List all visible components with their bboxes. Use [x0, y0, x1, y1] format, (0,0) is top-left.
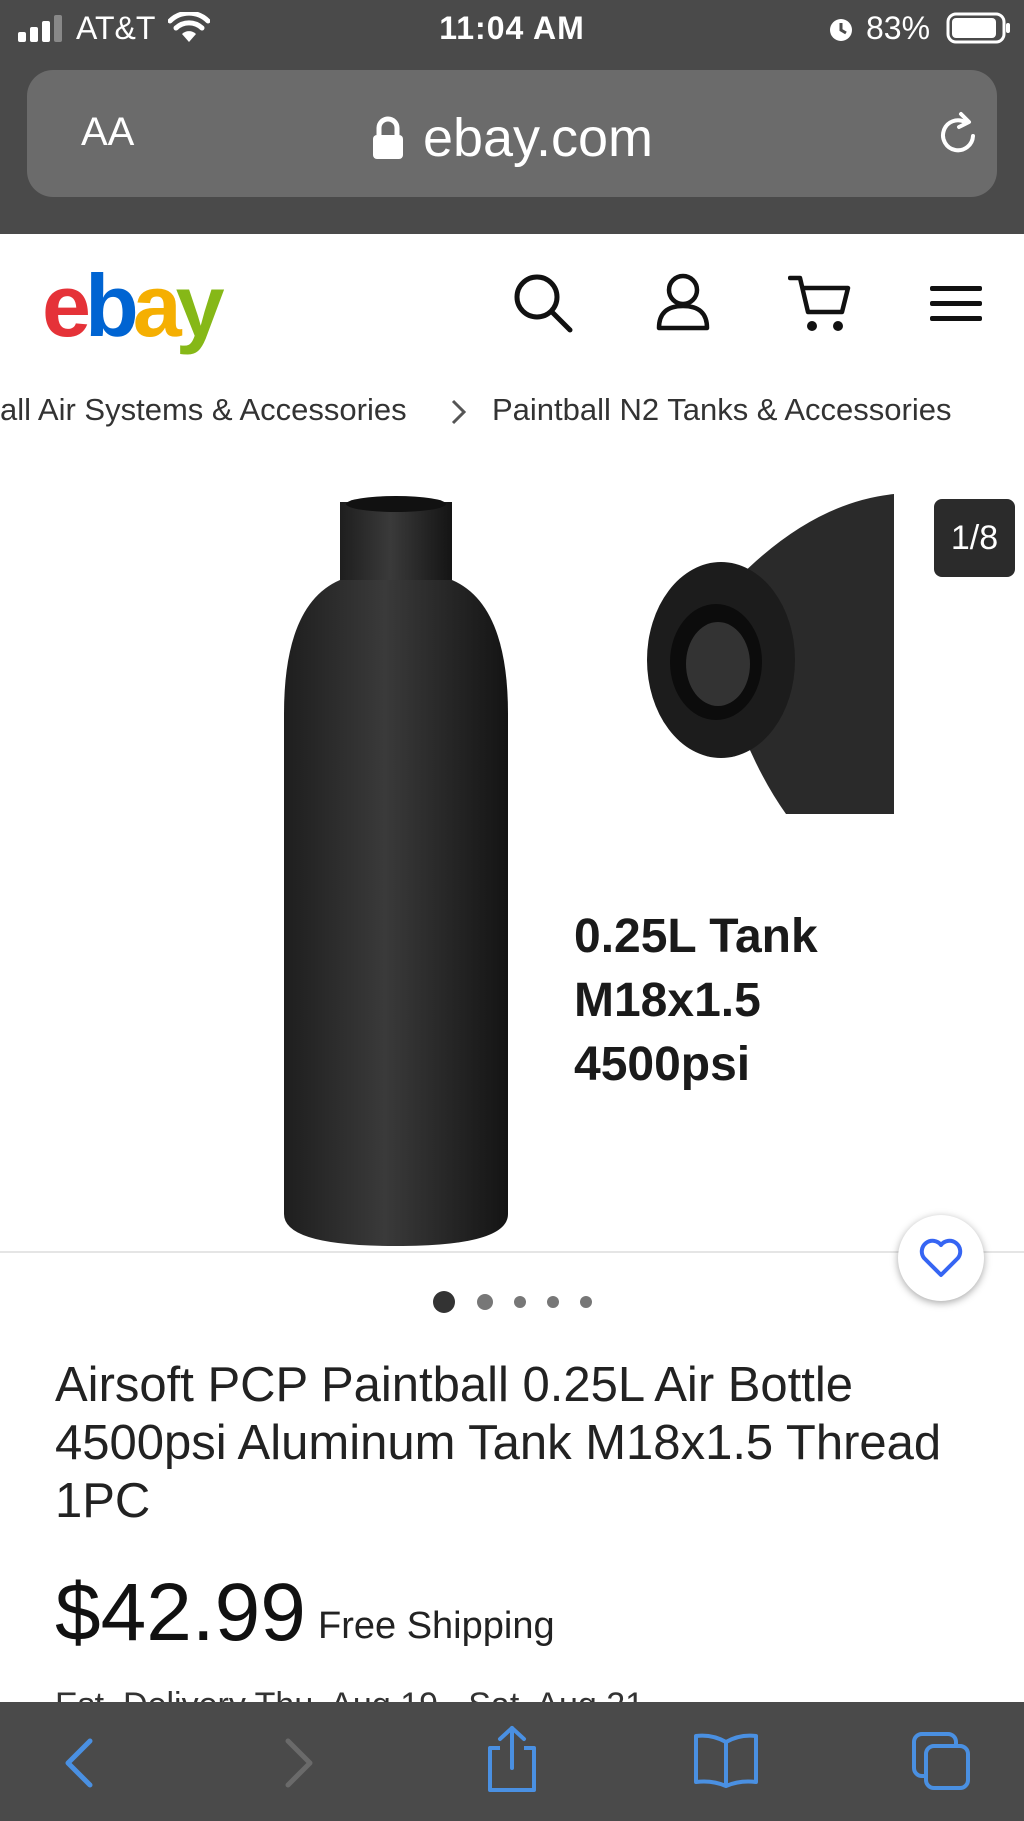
back-icon[interactable] — [62, 1737, 96, 1789]
logo-letter-b: b — [84, 256, 139, 355]
logo-letter-a: a — [132, 256, 182, 355]
url-field[interactable]: ebay.com — [0, 107, 1024, 169]
url-text: ebay.com — [422, 108, 654, 168]
menu-icon[interactable] — [930, 284, 982, 324]
status-bar: AT&T 11:04 AM 83% — [0, 0, 1024, 58]
listing-title: Airsoft PCP Paintball 0.25L Air Bottle 4… — [55, 1358, 942, 1528]
image-pagination-dots — [433, 1291, 592, 1313]
product-image[interactable] — [0, 470, 1024, 1252]
logo-letter-y: y — [175, 256, 225, 355]
chevron-right-icon — [451, 399, 467, 425]
bookmarks-icon[interactable] — [692, 1732, 760, 1788]
forward-icon[interactable] — [282, 1737, 316, 1789]
watch-button[interactable] — [898, 1215, 984, 1301]
alarm-icon — [830, 19, 852, 41]
spec-overlay-text: 0.25L Tank M18x1.5 4500psi — [574, 910, 818, 1091]
lock-icon — [372, 116, 403, 159]
image-counter-badge: 1/8 — [934, 499, 1015, 577]
pagination-dot[interactable] — [547, 1296, 559, 1308]
account-icon[interactable] — [655, 272, 711, 332]
share-icon[interactable] — [484, 1724, 540, 1794]
price: $42.99 — [55, 1567, 306, 1658]
tabs-icon[interactable] — [910, 1730, 974, 1792]
breadcrumb-item-air-systems[interactable]: all Air Systems & Accessories — [0, 392, 407, 428]
breadcrumb-item-n2-tanks[interactable]: Paintball N2 Tanks & Accessories — [492, 392, 952, 428]
heart-icon — [919, 1238, 963, 1277]
pagination-dot[interactable] — [433, 1291, 455, 1313]
breadcrumb: all Air Systems & Accessories Paintball … — [0, 390, 1024, 434]
logo-letter-e: e — [42, 256, 91, 355]
pagination-dot[interactable] — [514, 1296, 526, 1308]
battery-icon — [946, 12, 1010, 44]
tank-neck-closeup-image — [647, 494, 894, 814]
pagination-dot[interactable] — [477, 1294, 493, 1310]
pagination-dot[interactable] — [580, 1296, 592, 1308]
ebay-logo[interactable]: ebay — [42, 256, 225, 355]
shipping-label: Free Shipping — [318, 1605, 555, 1647]
battery-percent: 83% — [866, 10, 931, 46]
browser-toolbar — [0, 1702, 1024, 1821]
cart-icon[interactable] — [788, 272, 852, 334]
search-icon[interactable] — [512, 272, 574, 334]
tank-bottle-image — [284, 496, 508, 1246]
divider — [0, 1251, 1024, 1253]
